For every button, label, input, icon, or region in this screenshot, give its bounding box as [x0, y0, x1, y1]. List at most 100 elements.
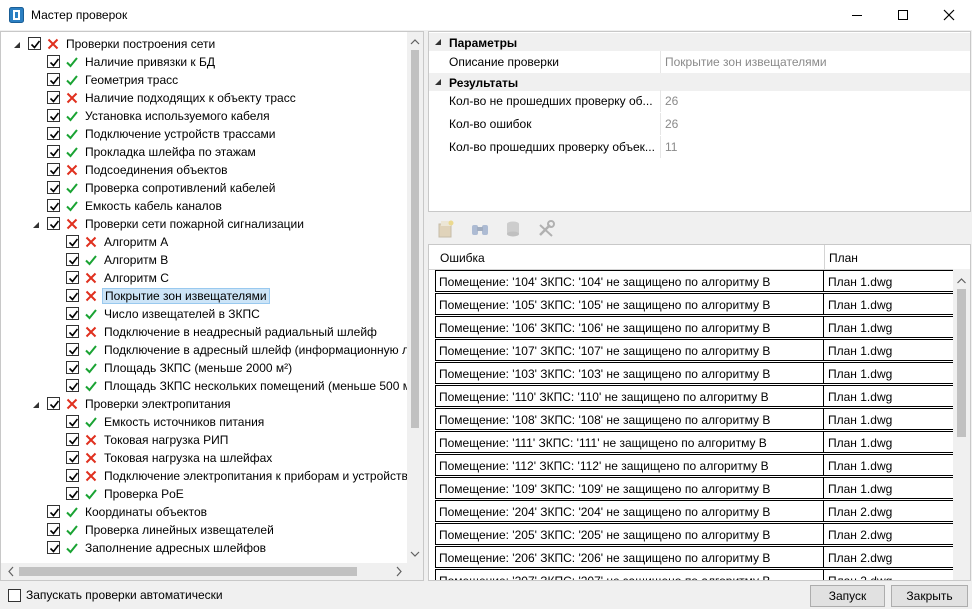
table-row[interactable]: Помещение: '206' ЗКПС: '206' не защищено… — [435, 546, 954, 568]
tree-item[interactable]: Установка используемого кабеля — [1, 107, 409, 125]
collapse-icon[interactable] — [433, 37, 443, 47]
error-cell[interactable]: Помещение: '105' ЗКПС: '105' не защищено… — [435, 293, 824, 315]
errors-grid[interactable]: Ошибка План Помещение: '104' ЗКПС: '104'… — [428, 244, 971, 581]
tree-item-checkbox[interactable] — [66, 379, 79, 392]
plan-cell[interactable]: План 1.dwg — [824, 431, 954, 453]
tree-item-checkbox[interactable] — [66, 343, 79, 356]
plan-cell[interactable]: План 1.dwg — [824, 339, 954, 361]
table-row[interactable]: Помещение: '110' ЗКПС: '110' не защищено… — [435, 385, 954, 407]
tree-item-checkbox[interactable] — [66, 271, 79, 284]
error-cell[interactable]: Помещение: '204' ЗКПС: '204' не защищено… — [435, 500, 824, 522]
tree-item[interactable]: Прокладка шлейфа по этажам — [1, 143, 409, 161]
tree-item[interactable]: Алгоритм C — [1, 269, 409, 287]
tree-scroll-thumb[interactable] — [411, 50, 419, 428]
table-row[interactable]: Помещение: '107' ЗКПС: '107' не защищено… — [435, 339, 954, 361]
tree-item[interactable]: Подключение электропитания к приборам и … — [1, 467, 409, 485]
tree-item[interactable]: Подключение устройств трассами — [1, 125, 409, 143]
tree-item-checkbox[interactable] — [47, 523, 60, 536]
plan-cell[interactable]: План 1.dwg — [824, 477, 954, 499]
plan-cell[interactable]: План 1.dwg — [824, 270, 954, 292]
error-cell[interactable]: Помещение: '207' ЗКПС: '207' не защищено… — [435, 569, 824, 580]
table-row[interactable]: Помещение: '104' ЗКПС: '104' не защищено… — [435, 270, 954, 292]
tree-item[interactable]: Подключение в адресный шлейф (информацио… — [1, 341, 409, 359]
tree-item-checkbox[interactable] — [47, 73, 60, 86]
error-cell[interactable]: Помещение: '112' ЗКПС: '112' не защищено… — [435, 454, 824, 476]
tree-item[interactable]: Наличие привязки к БД — [1, 53, 409, 71]
tree-item[interactable]: Подключение в неадресный радиальный шлей… — [1, 323, 409, 341]
tree-item-checkbox[interactable] — [28, 37, 41, 50]
tree-item-checkbox[interactable] — [47, 181, 60, 194]
table-row[interactable]: Помещение: '108' ЗКПС: '108' не защищено… — [435, 408, 954, 430]
tree-item-checkbox[interactable] — [47, 199, 60, 212]
binoculars-icon[interactable] — [470, 219, 490, 239]
tree-item-checkbox[interactable] — [66, 433, 79, 446]
tree-item-checkbox[interactable] — [66, 289, 79, 302]
plan-cell[interactable]: План 2.dwg — [824, 500, 954, 522]
error-cell[interactable]: Помещение: '108' ЗКПС: '108' не защищено… — [435, 408, 824, 430]
tree-item-checkbox[interactable] — [47, 163, 60, 176]
tree-item-checkbox[interactable] — [47, 505, 60, 518]
tree-item[interactable]: Координаты объектов — [1, 503, 409, 521]
run-button[interactable]: Запуск — [810, 585, 885, 607]
tree-item[interactable]: Емкость кабель каналов — [1, 197, 409, 215]
error-cell[interactable]: Помещение: '107' ЗКПС: '107' не защищено… — [435, 339, 824, 361]
table-row[interactable]: Помещение: '109' ЗКПС: '109' не защищено… — [435, 477, 954, 499]
plan-cell[interactable]: План 1.dwg — [824, 408, 954, 430]
table-row[interactable]: Помещение: '103' ЗКПС: '103' не защищено… — [435, 362, 954, 384]
tree-item[interactable]: Проверки сети пожарной сигнализации — [1, 215, 409, 233]
tree-item-checkbox[interactable] — [47, 541, 60, 554]
tree-item[interactable]: Проверка сопротивлений кабелей — [1, 179, 409, 197]
tree-item[interactable]: Токовая нагрузка на шлейфах — [1, 449, 409, 467]
tree-item[interactable]: Проверки электропитания — [1, 395, 409, 413]
close-button[interactable]: Закрыть — [891, 585, 968, 607]
tree-horizontal-scrollbar[interactable] — [1, 563, 409, 580]
error-cell[interactable]: Помещение: '111' ЗКПС: '111' не защищено… — [435, 431, 824, 453]
plan-cell[interactable]: План 1.dwg — [824, 316, 954, 338]
tree-item-checkbox[interactable] — [47, 91, 60, 104]
auto-run-checkbox[interactable] — [8, 589, 21, 602]
tree-vertical-scrollbar[interactable] — [407, 32, 423, 564]
table-row[interactable]: Помещение: '207' ЗКПС: '207' не защищено… — [435, 569, 954, 580]
table-row[interactable]: Помещение: '106' ЗКПС: '106' не защищено… — [435, 316, 954, 338]
tree-item[interactable]: Заполнение адресных шлейфов — [1, 539, 409, 557]
tree-item-checkbox[interactable] — [47, 55, 60, 68]
error-cell[interactable]: Помещение: '103' ЗКПС: '103' не защищено… — [435, 362, 824, 384]
results-category[interactable]: Результаты — [429, 73, 970, 91]
tree-item-checkbox[interactable] — [66, 415, 79, 428]
tree-hscroll-thumb[interactable] — [19, 567, 357, 576]
table-row[interactable]: Помещение: '204' ЗКПС: '204' не защищено… — [435, 500, 954, 522]
tree-item[interactable]: Число извещателей в ЗКПС — [1, 305, 409, 323]
tree-item[interactable]: Площадь ЗКПС (меньше 2000 м²) — [1, 359, 409, 377]
col-error-header[interactable]: Ошибка — [440, 251, 485, 265]
prop-passed-count[interactable]: Кол-во прошедших проверку объек... 11 — [429, 136, 970, 158]
plan-cell[interactable]: План 1.dwg — [824, 385, 954, 407]
plan-cell[interactable]: План 1.dwg — [824, 293, 954, 315]
prop-errors-count[interactable]: Кол-во ошибок 26 — [429, 113, 970, 135]
expand-collapse-icon[interactable] — [12, 39, 22, 49]
maximize-button[interactable] — [880, 0, 926, 30]
tools-icon[interactable] — [536, 219, 556, 239]
tree-item-checkbox[interactable] — [66, 235, 79, 248]
minimize-button[interactable] — [834, 0, 880, 30]
tree-item[interactable]: Алгоритм B — [1, 251, 409, 269]
tree-item[interactable]: Проверка линейных извещателей — [1, 521, 409, 539]
tree-item[interactable]: Покрытие зон извещателями — [1, 287, 409, 305]
tree-item[interactable]: Геометрия трасс — [1, 71, 409, 89]
tree-item-checkbox[interactable] — [66, 361, 79, 374]
tree-item[interactable]: Емкость источников питания — [1, 413, 409, 431]
plan-cell[interactable]: План 1.dwg — [824, 362, 954, 384]
table-row[interactable]: Помещение: '111' ЗКПС: '111' не защищено… — [435, 431, 954, 453]
error-cell[interactable]: Помещение: '110' ЗКПС: '110' не защищено… — [435, 385, 824, 407]
prop-description[interactable]: Описание проверки Покрытие зон извещател… — [429, 51, 970, 73]
tree-item-checkbox[interactable] — [47, 397, 60, 410]
expand-collapse-icon[interactable] — [31, 399, 41, 409]
tree-item-checkbox[interactable] — [47, 127, 60, 140]
collapse-icon[interactable] — [433, 77, 443, 87]
tree-item-checkbox[interactable] — [47, 217, 60, 230]
grid-vertical-scrollbar[interactable] — [953, 269, 970, 580]
tree-item[interactable]: Площадь ЗКПС нескольких помещений (меньш… — [1, 377, 411, 395]
tree-item-checkbox[interactable] — [47, 145, 60, 158]
table-row[interactable]: Помещение: '105' ЗКПС: '105' не защищено… — [435, 293, 954, 315]
prop-failed-count[interactable]: Кол-во не прошедших проверку об... 26 — [429, 90, 970, 112]
tree-item-checkbox[interactable] — [66, 325, 79, 338]
